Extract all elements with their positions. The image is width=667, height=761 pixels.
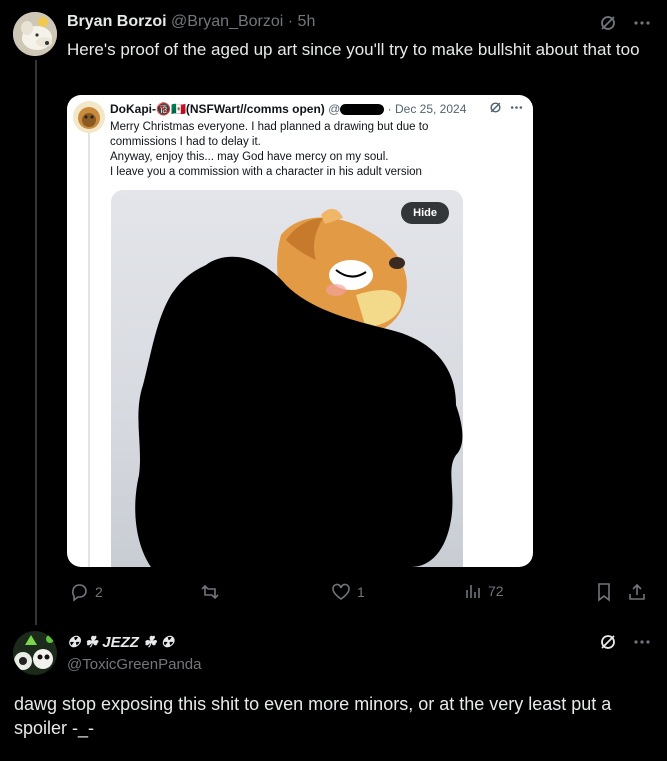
like-button[interactable]: 1 xyxy=(331,582,365,602)
quote-avatar xyxy=(73,101,105,133)
display-name[interactable]: ☢ ☘ JEZZ ☘ ☢ xyxy=(67,633,174,651)
bookmark-icon xyxy=(595,582,613,602)
views-button[interactable]: 72 xyxy=(464,582,504,600)
grok-icon xyxy=(489,101,502,117)
views-count: 72 xyxy=(488,583,504,599)
quote-text: Merry Christmas everyone. I had planned … xyxy=(110,121,429,178)
share-icon xyxy=(627,582,647,602)
artwork-image: Hide xyxy=(111,190,463,567)
tweet-top-actions xyxy=(599,633,651,656)
retweet-icon xyxy=(200,582,220,602)
embedded-screenshot[interactable]: DoKapi-🔞🇲🇽(NSFWart//comms open) @ · Dec … xyxy=(67,95,533,567)
reply-count: 2 xyxy=(95,584,103,600)
avatar[interactable] xyxy=(13,12,57,56)
hide-button: Hide xyxy=(401,202,449,224)
reply-button[interactable]: 2 xyxy=(69,582,103,602)
retweet-button[interactable] xyxy=(200,582,226,602)
reply-icon xyxy=(69,582,89,602)
tweet-header: Bryan Borzoi @Bryan_Borzoi · 5h xyxy=(67,13,315,31)
timestamp[interactable]: · 5h xyxy=(288,13,316,30)
like-icon xyxy=(331,582,351,602)
quote-thread-line xyxy=(88,127,90,567)
grok-icon[interactable] xyxy=(599,14,617,37)
share-button[interactable] xyxy=(627,582,647,602)
quote-date: · Dec 25, 2024 xyxy=(387,102,467,116)
quote-handle: @ xyxy=(328,102,341,116)
grok-icon[interactable] xyxy=(599,633,617,656)
quote-header: DoKapi-🔞🇲🇽(NSFWart//comms open) @ · Dec … xyxy=(110,102,466,116)
quote-top-actions xyxy=(489,101,523,117)
tweet-text: Here's proof of the aged up art since yo… xyxy=(67,40,640,59)
quote-display-name: DoKapi-🔞🇲🇽(NSFWart//comms open) xyxy=(110,102,325,116)
handle[interactable]: @Bryan_Borzoi xyxy=(171,13,283,30)
more-icon[interactable] xyxy=(633,14,651,37)
like-count: 1 xyxy=(357,584,365,600)
views-icon xyxy=(464,582,482,600)
redaction-bar xyxy=(340,104,385,116)
more-icon[interactable] xyxy=(633,633,651,656)
more-icon xyxy=(510,101,523,117)
display-name[interactable]: Bryan Borzoi xyxy=(67,13,167,30)
handle[interactable]: @ToxicGreenPanda xyxy=(67,656,201,673)
avatar[interactable] xyxy=(13,631,57,675)
tweet-action-bar: 2 1 72 xyxy=(67,582,657,604)
reply-text: dawg stop exposing this shit to even mor… xyxy=(14,694,612,738)
thread-line xyxy=(35,60,37,625)
tweet-top-actions xyxy=(599,14,651,37)
bookmark-button[interactable] xyxy=(595,582,613,602)
